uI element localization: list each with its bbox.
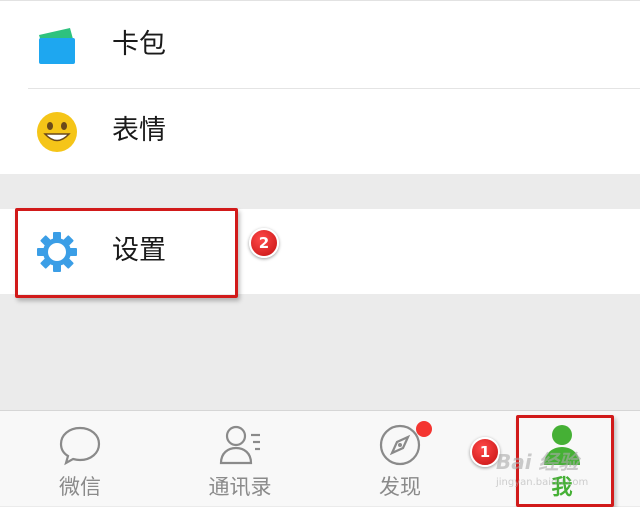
watermark-url: jingyan.baidu.com: [496, 477, 589, 488]
menu-item-label: 卡包: [112, 29, 166, 60]
watermark: Bai 经验: [496, 450, 579, 474]
menu-item-card-wallet[interactable]: 卡包: [0, 1, 640, 89]
smiley-icon: [36, 111, 78, 153]
menu-item-stickers[interactable]: 表情: [0, 87, 640, 173]
tab-discover[interactable]: 发现: [320, 411, 480, 507]
contacts-icon: [218, 423, 262, 467]
tab-contacts[interactable]: 通讯录: [160, 411, 320, 507]
tab-label: 微信: [59, 475, 101, 499]
tab-chats[interactable]: 微信: [0, 411, 160, 507]
tab-label: 通讯录: [208, 475, 272, 499]
annotation-step-two-badge: 2: [249, 228, 279, 258]
menu-group-top: 卡包 表情: [0, 0, 640, 174]
tab-label: 发现: [379, 475, 421, 499]
chat-bubble-icon: [58, 423, 102, 467]
annotation-box-settings: [15, 208, 238, 298]
notification-dot: [416, 421, 432, 437]
card-wallet-icon: [36, 25, 78, 67]
menu-item-label: 表情: [112, 115, 166, 146]
